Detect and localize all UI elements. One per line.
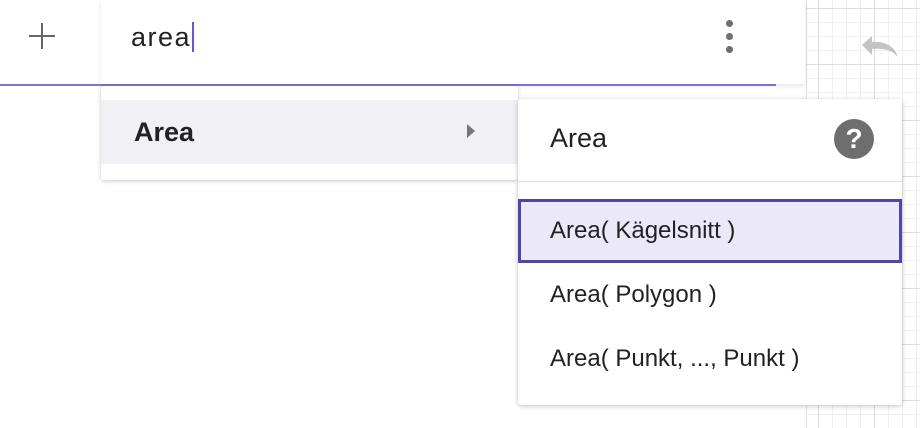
algebra-input-value: area	[131, 21, 192, 52]
text-caret	[192, 22, 195, 52]
suggestion-item[interactable]: Area	[101, 100, 518, 164]
undo-icon	[858, 31, 902, 66]
question-mark-icon[interactable]: ?	[834, 119, 874, 159]
syntax-option[interactable]: Area( Punkt, ..., Punkt )	[518, 327, 902, 391]
syntax-option[interactable]: Area( Kägelsnitt )	[518, 199, 902, 263]
submenu-header: Area ?	[518, 99, 902, 182]
more-menu-button[interactable]	[717, 16, 741, 56]
algebra-input-row: area	[101, 0, 805, 84]
more-vertical-icon-dot	[725, 19, 733, 27]
plus-icon	[27, 21, 57, 56]
submenu-title: Area	[550, 123, 608, 153]
syntax-submenu: Area ? Area( Kägelsnitt ) Area( Polygon …	[518, 99, 902, 405]
syntax-option-label: Area( Polygon )	[550, 281, 717, 308]
triangle-right-icon	[465, 122, 477, 145]
more-vertical-icon-dot	[725, 45, 733, 53]
syntax-option[interactable]: Area( Polygon )	[518, 263, 902, 327]
undo-button[interactable]	[856, 30, 904, 66]
suggestion-popup: Area	[101, 86, 518, 180]
algebra-input[interactable]: area	[131, 18, 195, 56]
add-item-button[interactable]	[22, 18, 62, 58]
suggestion-label: Area	[134, 116, 195, 147]
syntax-option-label: Area( Punkt, ..., Punkt )	[550, 345, 800, 372]
syntax-option-label: Area( Kägelsnitt )	[550, 217, 736, 244]
more-vertical-icon-dot	[725, 32, 733, 40]
